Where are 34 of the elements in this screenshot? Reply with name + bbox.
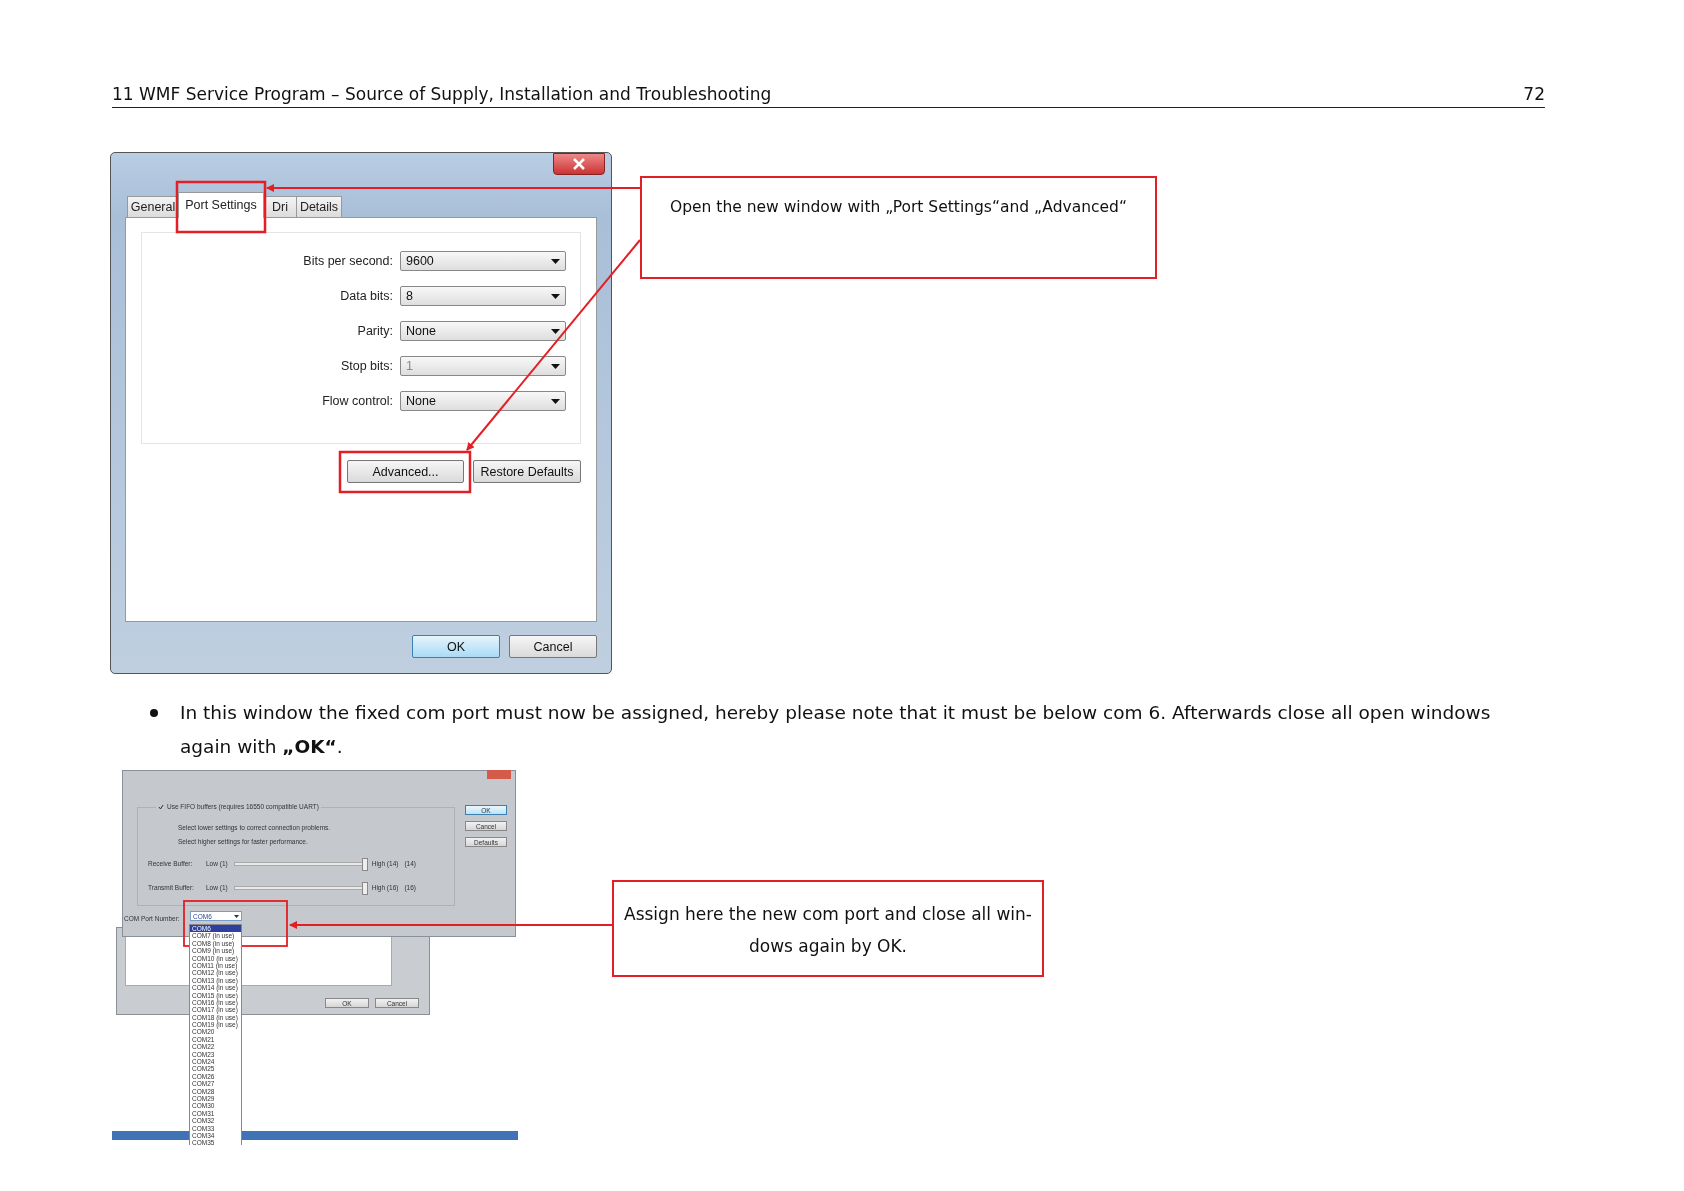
tab[interactable]: Port Settings [178,192,264,218]
field-label: Parity: [357,324,393,338]
close-button[interactable] [553,153,605,175]
callout-text: dows again by OK. [747,935,909,958]
caret-icon [551,398,560,404]
field-label: Flow control: [322,394,393,408]
instruction-text: In this window the fixed com port must now be assigned, hereby please note that it must be below com 6. Afterwards close all open windows again with „OK“. [180,701,1492,759]
caret-icon [551,258,560,264]
caret-icon [551,328,560,334]
caret-icon [551,363,560,369]
checkbox[interactable] [158,803,164,810]
page-header-title: 11 WMF Service Program – Source of Supply, Installation and Troubleshooting [112,84,772,104]
dialog-button[interactable]: OK [412,635,500,658]
slider-thumb[interactable] [361,881,368,895]
page-number: 72 [1523,84,1545,104]
dialog-button[interactable]: Advanced... [347,460,464,483]
bullet-dot [150,709,158,717]
dropdown[interactable]: None [400,391,566,411]
callout-text: Assign here the new com port and close all win- [624,903,1032,926]
caret-icon [234,914,239,918]
field-label: Data bits: [340,289,393,303]
dropdown[interactable]: 9600 [400,251,566,271]
field-label: Bits per second: [303,254,393,268]
close-icon [572,158,586,170]
slider-thumb[interactable] [361,857,368,871]
caret-icon [551,293,560,299]
tab[interactable]: Details [296,196,342,217]
field-label: Stop bits: [340,359,393,373]
dialog-button[interactable]: Cancel [509,635,597,658]
dialog-button[interactable]: Restore Defaults [473,460,581,483]
tab[interactable]: General [127,196,179,217]
dropdown[interactable]: 8 [400,286,566,306]
callout-box: Open the new window with „Port Settings“and „Advanced“ [640,176,1157,279]
dropdown[interactable]: None [400,321,566,341]
